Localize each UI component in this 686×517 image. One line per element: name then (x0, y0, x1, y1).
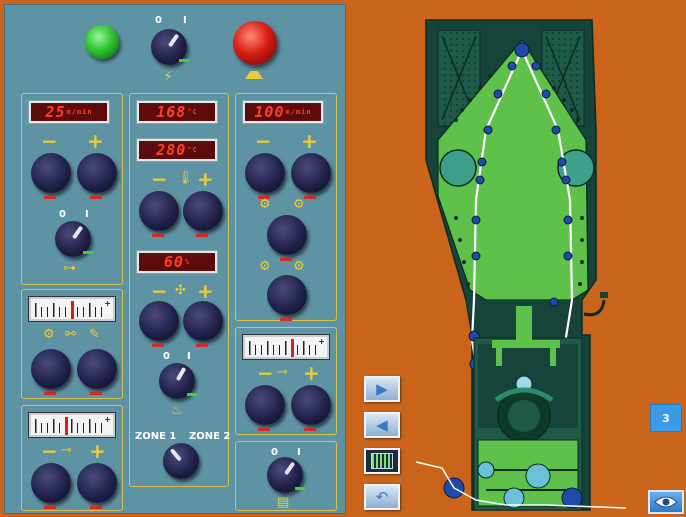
undo-icon: ↶ (375, 487, 389, 506)
main-power-switch[interactable] (151, 29, 189, 65)
tension-roller-minus-sign: − (257, 361, 274, 385)
eye-icon (654, 496, 678, 508)
tension-roller-increase-button[interactable] (291, 385, 331, 431)
winder-speed-value: 100 (254, 103, 285, 121)
undo-button[interactable]: ↶ (364, 484, 400, 510)
roller-gauge: + (28, 412, 116, 438)
forward-button[interactable]: ▶ (364, 376, 400, 402)
motor-switch-on-label: I (85, 209, 89, 220)
view-toggle-button[interactable] (648, 490, 684, 514)
temperature-1-unit: °C (187, 108, 198, 116)
emergency-stop-button[interactable] (233, 21, 277, 65)
lightning-icon: ⚡ (163, 69, 173, 85)
winder-plus-sign: + (301, 129, 318, 153)
temperature-display-1: 168 °C (136, 100, 218, 124)
winder-mode-button-2[interactable] (267, 275, 307, 321)
forward-arrow-icon: ▶ (376, 379, 388, 398)
tension-increase-button[interactable] (77, 349, 117, 395)
zone-2-label: ZONE 2 (189, 431, 231, 442)
tension-roller-icon: ⊸ (277, 365, 288, 380)
temperature-minus-sign: − (151, 167, 168, 191)
motor-switch[interactable] (55, 221, 93, 257)
winder-increase-button[interactable] (291, 153, 331, 199)
control-panel: 0 I ⚡ 25 m/min − + 0 I ⊶ + ⚙ ⚯ ✎ + − ⊸ +… (4, 4, 346, 514)
stacker-switch-off-label: 0 (271, 447, 278, 458)
roller-plus-sign: + (89, 439, 106, 463)
speed-minus-sign: − (41, 129, 58, 153)
tension-roller-plus-sign: + (303, 361, 320, 385)
machine-diagram (415, 19, 627, 511)
speed-value: 25 (45, 103, 66, 121)
roller-gauge-plus: + (104, 415, 111, 424)
percent-display: 60% (136, 250, 218, 274)
winder-speed-display: 100 m/min (242, 100, 324, 124)
tension-gauge-plus: + (104, 299, 111, 308)
main-switch-off-label: 0 (155, 15, 162, 26)
tension-decrease-button[interactable] (31, 349, 71, 395)
stacker-switch-on-label: I (297, 447, 301, 458)
tension-icon: ⚯ (65, 327, 76, 342)
heater-switch-on-label: I (187, 351, 191, 362)
fan-icon: ✣ (175, 283, 186, 298)
machine-control-screen: 0 I ⚡ 25 m/min − + 0 I ⊶ + ⚙ ⚯ ✎ + − ⊸ +… (0, 0, 686, 517)
speed-decrease-button[interactable] (31, 153, 71, 199)
winder-right-icon: ⚙ (293, 197, 305, 212)
temperature-decrease-button[interactable] (139, 191, 179, 237)
zone-1-label: ZONE 1 (135, 431, 177, 442)
roller-increase-button[interactable] (77, 463, 117, 509)
wrench-icon: ✎ (89, 327, 100, 342)
roller-decrease-button[interactable] (31, 463, 71, 509)
page-number-badge[interactable]: 3 (650, 404, 682, 432)
tension-roller-gauge: + (242, 334, 330, 360)
stop-plate-icon (245, 71, 263, 79)
speed-unit: m/min (66, 108, 93, 116)
winder-minus-sign: − (255, 129, 272, 153)
winder-left-icon: ⚙ (259, 197, 271, 212)
tension-roller-decrease-button[interactable] (245, 385, 285, 431)
fan-increase-button[interactable] (183, 301, 223, 347)
fan-minus-sign: − (151, 279, 168, 303)
speed-plus-sign: + (87, 129, 104, 153)
main-switch-on-label: I (183, 15, 187, 26)
roller-minus-sign: − (41, 439, 58, 463)
green-indicator-lamp (85, 25, 119, 59)
back-button[interactable]: ◀ (364, 412, 400, 438)
temperature-plus-sign: + (197, 167, 214, 191)
temperature-2-unit: °C (187, 146, 198, 154)
overview-icon (371, 453, 393, 469)
percent-unit: % (184, 258, 191, 266)
tension-gauge: + (28, 296, 116, 322)
winder-up-left-icon: ⚙ (259, 259, 271, 274)
back-arrow-icon: ◀ (376, 415, 388, 434)
temperature-2-value: 280 (156, 141, 187, 159)
thermometer-icon: 🌡 (177, 171, 194, 186)
heater-switch[interactable] (159, 363, 197, 399)
temperature-1-value: 168 (156, 103, 187, 121)
winder-decrease-button[interactable] (245, 153, 285, 199)
fan-decrease-button[interactable] (139, 301, 179, 347)
winder-mode-button-1[interactable] (267, 215, 307, 261)
roller-icon: ⊸ (61, 443, 72, 458)
zone-selector-switch[interactable] (163, 443, 199, 479)
machine-view: ▶ ◀ ↶ 3 (346, 0, 686, 517)
gear-icon: ⚙ (43, 327, 55, 342)
percent-value: 60 (163, 253, 184, 271)
stacker-switch[interactable] (267, 457, 305, 493)
temperature-increase-button[interactable] (183, 191, 223, 237)
fan-plus-sign: + (197, 279, 214, 303)
winder-speed-unit: m/min (285, 108, 312, 116)
temperature-display-2: 280 °C (136, 138, 218, 162)
motor-icon: ⊶ (63, 261, 76, 276)
heater-icon: ♨ (171, 403, 183, 418)
motor-switch-off-label: 0 (59, 209, 66, 220)
winder-up-right-icon: ⚙ (293, 259, 305, 274)
stack-icon: ▤ (277, 495, 290, 510)
tension-roller-gauge-plus: + (318, 337, 325, 346)
speed-increase-button[interactable] (77, 153, 117, 199)
overview-button[interactable] (364, 448, 400, 474)
speed-display: 25 m/min (28, 100, 110, 124)
heater-switch-off-label: 0 (163, 351, 170, 362)
